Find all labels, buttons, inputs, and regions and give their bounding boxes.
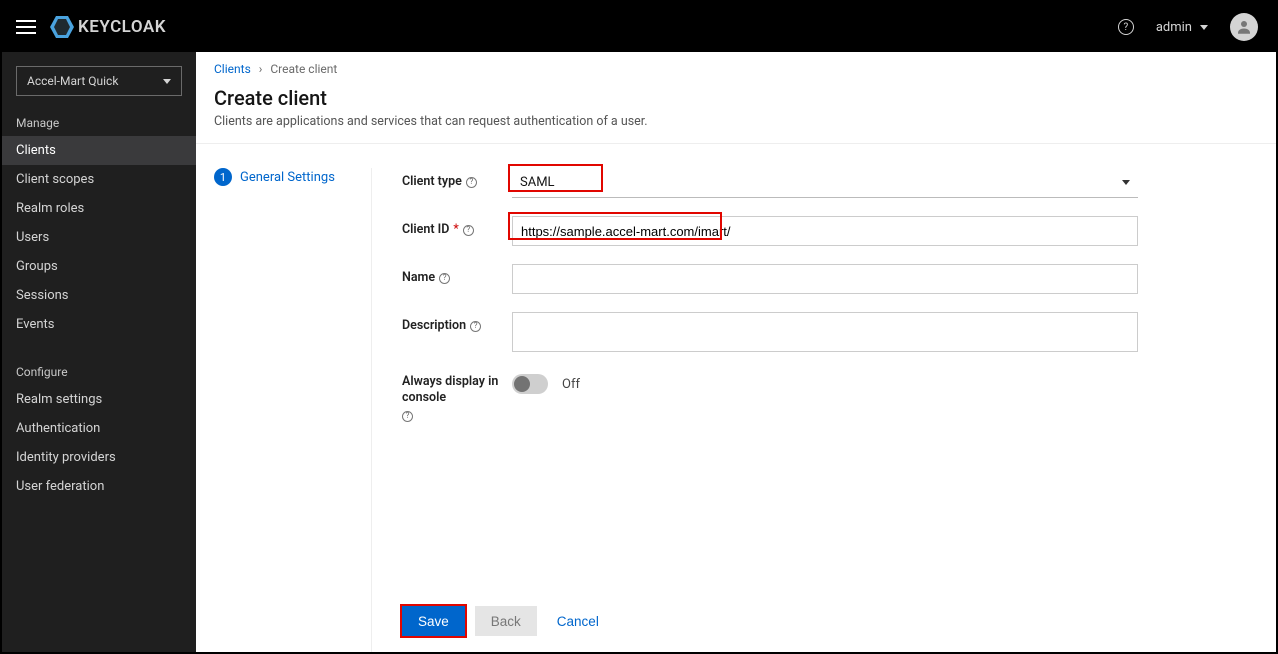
label-always-display: Always display in console <box>402 374 512 407</box>
wizard-step-general[interactable]: 1 General Settings <box>214 168 365 186</box>
client-id-input[interactable] <box>512 216 1138 246</box>
chevron-down-icon <box>1200 25 1208 30</box>
client-type-select[interactable]: SAML <box>512 168 1138 198</box>
page-title: Create client <box>214 86 1258 110</box>
sidebar-item-clients[interactable]: Clients <box>2 136 196 165</box>
menu-toggle-icon[interactable] <box>16 20 36 34</box>
help-icon[interactable]: ? <box>463 225 474 236</box>
label-client-id: Client ID <box>402 222 449 238</box>
sidebar-item-client-scopes[interactable]: Client scopes <box>2 165 196 194</box>
realm-selector[interactable]: Accel-Mart Quick <box>16 66 182 96</box>
chevron-down-icon <box>163 79 171 84</box>
help-icon[interactable]: ? <box>466 177 477 188</box>
help-icon[interactable]: ? <box>439 273 450 284</box>
name-input[interactable] <box>512 264 1138 294</box>
label-client-type: Client type <box>402 174 462 190</box>
save-button[interactable]: Save <box>402 606 465 636</box>
page-description: Clients are applications and services th… <box>214 114 1258 129</box>
sidebar: Accel-Mart Quick Manage Clients Client s… <box>2 52 196 652</box>
sidebar-item-sessions[interactable]: Sessions <box>2 281 196 310</box>
sidebar-item-users[interactable]: Users <box>2 223 196 252</box>
always-display-toggle[interactable] <box>512 374 548 394</box>
label-name: Name <box>402 270 435 286</box>
client-type-value: SAML <box>520 175 555 190</box>
username: admin <box>1156 20 1192 35</box>
label-description: Description <box>402 318 466 334</box>
avatar[interactable] <box>1230 13 1258 41</box>
realm-selected-value: Accel-Mart Quick <box>27 74 118 88</box>
help-icon[interactable]: ? <box>402 411 413 422</box>
nav-section-configure-title: Configure <box>2 357 196 385</box>
logo-text: KEYCLOAK <box>78 17 166 37</box>
step-number-badge: 1 <box>214 168 232 186</box>
required-mark: * <box>453 222 458 238</box>
chevron-right-icon: › <box>259 62 263 76</box>
top-header: KEYCLOAK ? admin <box>2 2 1276 52</box>
cancel-button[interactable]: Cancel <box>547 606 609 636</box>
help-icon[interactable]: ? <box>1118 19 1134 35</box>
nav-section-manage-title: Manage <box>2 108 196 136</box>
sidebar-item-user-federation[interactable]: User federation <box>2 472 196 501</box>
step-label: General Settings <box>240 170 335 185</box>
help-icon[interactable]: ? <box>470 321 481 332</box>
sidebar-item-events[interactable]: Events <box>2 310 196 339</box>
breadcrumb-parent[interactable]: Clients <box>214 62 251 76</box>
back-button[interactable]: Back <box>475 606 537 636</box>
main-content: Clients › Create client Create client Cl… <box>196 52 1276 652</box>
toggle-state: Off <box>562 377 580 392</box>
breadcrumb-current: Create client <box>270 62 337 76</box>
user-menu[interactable]: admin <box>1156 20 1208 35</box>
description-input[interactable] <box>512 312 1138 352</box>
sidebar-item-authentication[interactable]: Authentication <box>2 414 196 443</box>
chevron-down-icon <box>1122 180 1130 185</box>
breadcrumb: Clients › Create client <box>196 52 1276 82</box>
sidebar-item-realm-roles[interactable]: Realm roles <box>2 194 196 223</box>
sidebar-item-identity-providers[interactable]: Identity providers <box>2 443 196 472</box>
logo-icon <box>50 16 74 38</box>
sidebar-item-groups[interactable]: Groups <box>2 252 196 281</box>
sidebar-item-realm-settings[interactable]: Realm settings <box>2 385 196 414</box>
logo[interactable]: KEYCLOAK <box>50 16 166 38</box>
